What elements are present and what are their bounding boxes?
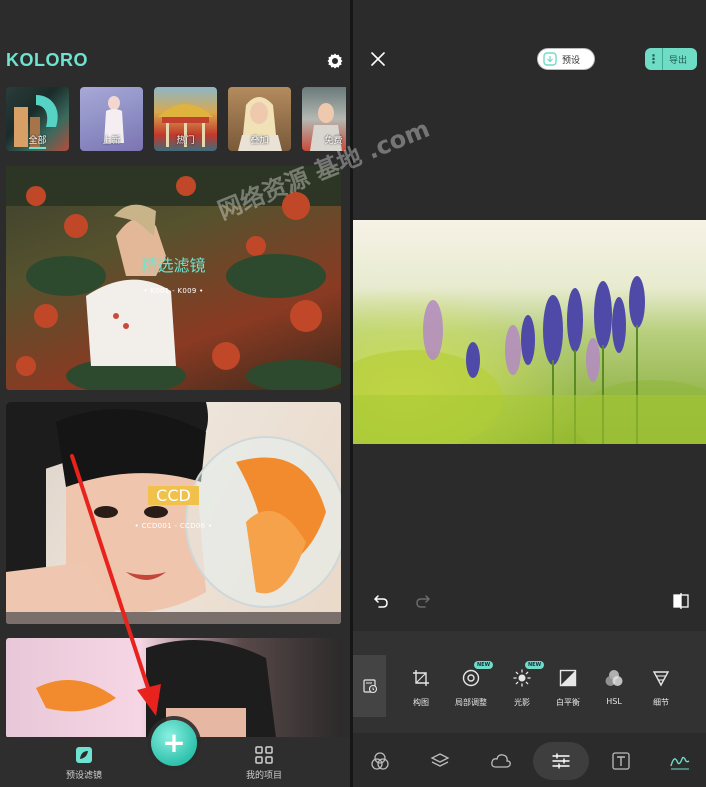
- card-title: CCD: [6, 486, 341, 505]
- category-label: 叠加: [250, 136, 269, 146]
- new-badge: NEW: [525, 661, 545, 669]
- tool-label: 光影: [514, 698, 530, 707]
- layers-icon: [430, 753, 450, 767]
- nav-projects[interactable]: 我的项目: [238, 746, 290, 781]
- history-clock-icon: [362, 679, 377, 694]
- tool-white-balance[interactable]: 白平衡: [545, 667, 591, 708]
- tool-label: 构图: [413, 698, 429, 707]
- active-indicator: [29, 147, 46, 149]
- category-all[interactable]: 全部: [6, 87, 69, 151]
- white-balance-icon: [559, 669, 577, 687]
- undo-icon[interactable]: [373, 593, 389, 609]
- settings-gear-icon[interactable]: [326, 52, 344, 70]
- filter-icon: [371, 752, 389, 770]
- cloud-icon: [491, 754, 511, 768]
- category-overlay[interactable]: 叠加: [228, 87, 291, 151]
- ccd-filter-card[interactable]: CCD • CCD001 - CCD06 •: [6, 402, 341, 624]
- preset-leaf-icon: [76, 747, 92, 763]
- category-label: 热门: [176, 136, 195, 146]
- tool-crop[interactable]: 构图: [398, 667, 444, 708]
- category-hot[interactable]: 热门: [154, 87, 217, 151]
- tab-text[interactable]: [610, 750, 632, 772]
- grid-icon: [255, 746, 273, 764]
- preset-label: 预设: [562, 55, 581, 66]
- triangle-detail-icon: [652, 671, 670, 687]
- tool-local-adjust[interactable]: NEW 局部调整: [448, 661, 494, 708]
- card-photo: [6, 166, 341, 390]
- tab-adjust[interactable]: [550, 750, 572, 772]
- category-label: 免费: [324, 136, 343, 146]
- card-photo: [6, 402, 341, 624]
- tool-detail[interactable]: 细节: [638, 667, 684, 708]
- home-screen: KOLORO 全部 上新 热门 叠加 免费 精选滤镜 • K001 - K009…: [0, 0, 350, 787]
- tab-sky[interactable]: [490, 750, 512, 772]
- add-project-button[interactable]: +: [151, 720, 197, 766]
- close-icon[interactable]: [369, 50, 387, 68]
- tab-filters[interactable]: [369, 750, 391, 772]
- card-range: • CCD001 - CCD06 •: [134, 522, 213, 530]
- editor-screen: 预设 ⋮ 导出 构图 NEW 局部调整 NEW 光影 白平衡 HSL 细节: [353, 0, 706, 787]
- export-label: 导出: [669, 55, 688, 66]
- category-new[interactable]: 上新: [80, 87, 143, 151]
- export-button[interactable]: ⋮ 导出: [645, 48, 697, 70]
- editing-photo[interactable]: [353, 220, 706, 444]
- sun-icon: [513, 669, 531, 687]
- category-strip: 全部 上新 热门 叠加 免费: [6, 87, 346, 153]
- ccd-label-chip: CCD: [148, 486, 199, 505]
- crop-icon: [413, 670, 429, 686]
- editor-bottom-tabs: [353, 733, 706, 787]
- tab-layers[interactable]: [429, 750, 451, 772]
- card-range: • K001 - K009 •: [143, 287, 204, 295]
- lupine-flowers-image: [353, 220, 706, 444]
- redo-icon[interactable]: [415, 593, 431, 609]
- nav-presets-label: 预设滤镜: [65, 771, 102, 781]
- tool-light[interactable]: NEW 光影: [499, 661, 545, 708]
- tool-label: 局部调整: [455, 698, 487, 707]
- tools-bar: 构图 NEW 局部调整 NEW 光影 白平衡 HSL 细节: [353, 631, 706, 733]
- category-label: 全部: [28, 136, 47, 146]
- tool-label: 白平衡: [556, 698, 580, 707]
- tool-label: 细节: [653, 698, 669, 707]
- compare-split-icon[interactable]: [672, 592, 690, 610]
- more-options-icon[interactable]: ⋮: [645, 48, 663, 70]
- category-label: 上新: [102, 136, 121, 146]
- hsl-circles-icon: [605, 670, 623, 686]
- app-logo: KOLORO: [6, 50, 88, 70]
- tab-draw[interactable]: [669, 750, 691, 772]
- preset-download-icon: [543, 52, 557, 66]
- category-free[interactable]: 免费: [302, 87, 346, 151]
- tool-label: HSL: [606, 697, 622, 706]
- tool-hsl[interactable]: HSL: [591, 667, 637, 706]
- app-screenshot: KOLORO 全部 上新 热门 叠加 免费 精选滤镜 • K001 - K009…: [0, 0, 706, 787]
- nav-projects-label: 我的项目: [245, 771, 282, 781]
- card-title: 精选滤镜: [141, 256, 206, 275]
- history-tool-button[interactable]: [353, 655, 386, 717]
- new-badge: NEW: [474, 661, 494, 669]
- text-icon: [612, 752, 630, 770]
- preset-button[interactable]: 预设: [537, 48, 595, 70]
- featured-filter-card[interactable]: 精选滤镜 • K001 - K009 •: [6, 166, 341, 390]
- sliders-icon: [552, 753, 570, 769]
- signature-icon: [670, 756, 690, 770]
- nav-presets[interactable]: 预设滤镜: [58, 746, 110, 781]
- target-icon: [462, 669, 480, 687]
